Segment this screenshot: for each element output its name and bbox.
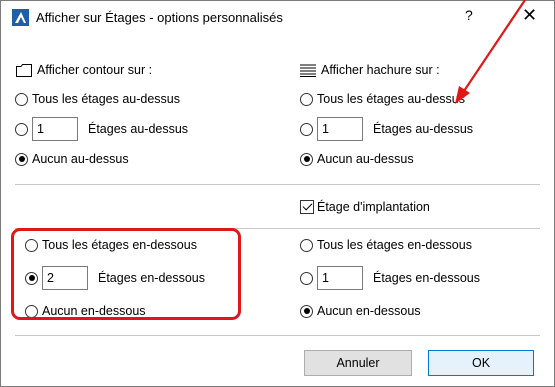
- hatch-above-none-option[interactable]: Aucun au-dessus: [300, 152, 414, 166]
- option-label: Aucun au-dessus: [317, 152, 414, 166]
- contour-below-none-option[interactable]: Aucun en-dessous: [25, 304, 146, 318]
- option-label: Aucun en-dessous: [317, 304, 421, 318]
- radio-button[interactable]: [25, 304, 38, 318]
- hatch-below-count-input[interactable]: [317, 266, 363, 290]
- option-label: Étages en-dessous: [98, 271, 206, 285]
- hatch-above-all-option[interactable]: Tous les étages au-dessus: [300, 92, 465, 106]
- contour-below-count-input[interactable]: [42, 266, 88, 290]
- radio-button[interactable]: [25, 238, 38, 252]
- option-label: Tous les étages en-dessous: [42, 238, 197, 252]
- hatch-above-count-option[interactable]: Étages au-dessus: [300, 117, 473, 141]
- option-label: Aucun en-dessous: [42, 304, 146, 318]
- hatch-icon: [300, 64, 316, 77]
- contour-below-count-option[interactable]: Étages en-dessous: [25, 266, 205, 290]
- radio-button[interactable]: [300, 92, 313, 106]
- close-button[interactable]: ✕: [522, 5, 537, 26]
- radio-button-selected[interactable]: [300, 152, 313, 166]
- hatch-section-header: Afficher hachure sur :: [300, 63, 440, 77]
- help-button[interactable]: ?: [465, 7, 473, 23]
- cancel-button[interactable]: Annuler: [304, 350, 412, 376]
- separator: [15, 184, 540, 185]
- title-bar: Afficher sur Étages - options personnali…: [2, 2, 553, 32]
- hatch-above-count-input[interactable]: [317, 117, 363, 141]
- option-label: Aucun au-dessus: [32, 152, 129, 166]
- option-label: Étage d'implantation: [317, 200, 430, 214]
- option-label: Étages au-dessus: [88, 122, 189, 136]
- radio-button[interactable]: [300, 122, 313, 136]
- window-title: Afficher sur Étages - options personnali…: [36, 10, 283, 25]
- hatch-below-all-option[interactable]: Tous les étages en-dessous: [300, 238, 472, 252]
- radio-button[interactable]: [15, 92, 28, 106]
- radio-button-selected[interactable]: [300, 304, 313, 318]
- ok-button[interactable]: OK: [428, 350, 534, 376]
- contour-above-count-input[interactable]: [32, 117, 78, 141]
- home-story-option[interactable]: Étage d'implantation: [300, 200, 430, 214]
- contour-above-count-option[interactable]: Étages au-dessus: [15, 117, 188, 141]
- contour-above-none-option[interactable]: Aucun au-dessus: [15, 152, 129, 166]
- hatch-header-label: Afficher hachure sur :: [321, 63, 440, 77]
- radio-button-selected[interactable]: [25, 271, 38, 285]
- contour-section-header: Afficher contour sur :: [16, 63, 152, 77]
- home-story-checkbox[interactable]: [300, 200, 314, 214]
- hatch-below-count-option[interactable]: Étages en-dessous: [300, 266, 480, 290]
- archicad-icon: [12, 9, 29, 26]
- contour-header-label: Afficher contour sur :: [37, 63, 153, 77]
- separator: [15, 335, 540, 336]
- separator: [15, 228, 540, 229]
- radio-button[interactable]: [15, 122, 28, 136]
- radio-button[interactable]: [300, 238, 313, 252]
- option-label: Tous les étages au-dessus: [32, 92, 181, 106]
- contour-icon: [16, 63, 32, 77]
- contour-above-all-option[interactable]: Tous les étages au-dessus: [15, 92, 180, 106]
- contour-below-all-option[interactable]: Tous les étages en-dessous: [25, 238, 197, 252]
- option-label: Tous les étages en-dessous: [317, 238, 472, 252]
- radio-button-selected[interactable]: [15, 152, 28, 166]
- dialog-window: Afficher sur Étages - options personnali…: [0, 0, 555, 387]
- hatch-below-none-option[interactable]: Aucun en-dessous: [300, 304, 421, 318]
- radio-button[interactable]: [300, 271, 313, 285]
- option-label: Étages en-dessous: [373, 271, 481, 285]
- option-label: Étages au-dessus: [373, 122, 474, 136]
- option-label: Tous les étages au-dessus: [317, 92, 466, 106]
